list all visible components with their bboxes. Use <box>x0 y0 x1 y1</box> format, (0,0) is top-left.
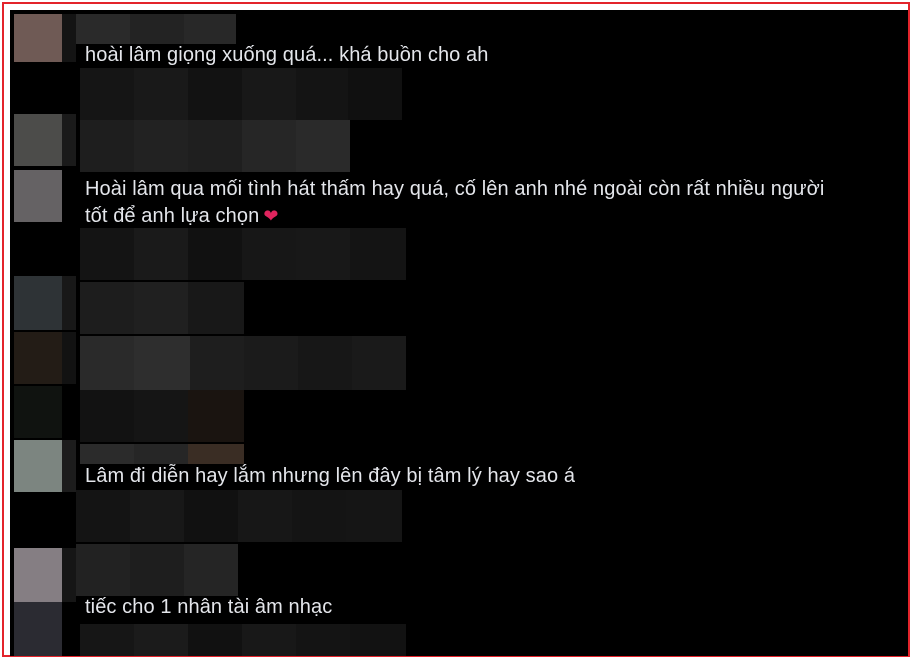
blurred-pixel <box>80 282 134 334</box>
blurred-pixel <box>348 68 402 120</box>
blurred-pixel <box>80 228 134 280</box>
comment-text: tiếc cho 1 nhân tài âm nhạc <box>85 596 333 618</box>
blurred-pixel <box>80 624 134 656</box>
blurred-pixel <box>242 120 296 172</box>
blurred-pixel <box>242 68 296 120</box>
blurred-pixel <box>134 120 188 172</box>
blurred-pixel <box>188 390 244 442</box>
blurred-pixel <box>352 336 406 390</box>
blurred-username[interactable] <box>76 14 236 44</box>
blurred-pixel <box>184 490 238 542</box>
blurred-pixel <box>62 276 76 330</box>
blurred-pixel <box>188 444 244 464</box>
blurred-pixel <box>76 14 130 44</box>
blurred-pixel <box>130 14 184 44</box>
blurred-pixel <box>62 332 76 384</box>
blurred-pixel <box>188 228 242 280</box>
blurred-pixel <box>346 490 402 542</box>
blurred-pixel <box>184 14 236 44</box>
blurred-pixel <box>62 114 76 166</box>
heart-emoji-icon: ❤ <box>263 206 279 227</box>
blurred-pixel <box>190 336 244 390</box>
blurred-pixel <box>188 624 242 656</box>
screenshot-frame: hoài lâm giọng xuống quá... khá buồn cho… <box>2 2 910 657</box>
blurred-pixel <box>80 120 134 172</box>
blurred-username[interactable] <box>80 120 350 172</box>
blurred-pixel <box>80 336 134 390</box>
blurred-pixel <box>80 444 134 464</box>
avatar[interactable] <box>14 170 62 222</box>
avatar[interactable] <box>14 14 62 62</box>
blurred-pixel <box>296 228 350 280</box>
blurred-pixel <box>134 624 188 656</box>
blurred-pixel <box>188 120 242 172</box>
blurred-actions <box>80 68 402 120</box>
blurred-pixel <box>296 624 350 656</box>
blurred-pixel <box>62 440 76 492</box>
blurred-comment <box>80 282 244 334</box>
blurred-pixel <box>80 390 134 442</box>
blurred-pixel <box>76 490 130 542</box>
blurred-pixel <box>130 544 184 596</box>
blurred-pixel <box>184 544 238 596</box>
blurred-pixel <box>242 228 296 280</box>
blurred-pixel <box>350 228 406 280</box>
blurred-actions <box>80 624 406 656</box>
blurred-pixel <box>188 68 242 120</box>
blurred-pixel <box>62 548 76 602</box>
comment-text: Lâm đi diễn hay lắm nhưng lên đây bị tâm… <box>85 465 576 487</box>
blurred-pixel <box>76 544 130 596</box>
comment-text: tốt để anh lựa chọn ❤ <box>85 203 279 230</box>
avatar[interactable] <box>14 276 62 330</box>
blurred-pixel <box>350 624 406 656</box>
blurred-pixel <box>134 390 188 442</box>
blurred-pixel <box>188 282 244 334</box>
blurred-actions <box>80 228 406 280</box>
blurred-pixel <box>292 490 346 542</box>
blurred-pixel <box>298 336 352 390</box>
blurred-username[interactable] <box>80 444 244 464</box>
blurred-pixel <box>62 14 76 62</box>
avatar[interactable] <box>14 548 62 602</box>
blurred-comment <box>80 336 406 390</box>
blurred-pixel <box>134 444 188 464</box>
comment-text-line2: tốt để anh lựa chọn <box>85 205 260 227</box>
blurred-pixel <box>130 490 184 542</box>
blurred-actions <box>76 490 402 542</box>
blurred-pixel <box>242 624 296 656</box>
blurred-pixel <box>238 490 292 542</box>
avatar[interactable] <box>14 114 62 166</box>
comment-text: Hoài lâm qua mối tình hát thấm hay quá, … <box>85 178 825 200</box>
avatar[interactable] <box>14 332 62 384</box>
blurred-comment <box>80 390 244 442</box>
avatar[interactable] <box>14 440 62 492</box>
blurred-pixel <box>244 336 298 390</box>
avatar[interactable] <box>14 602 62 656</box>
comment-text: hoài lâm giọng xuống quá... khá buồn cho… <box>85 44 489 66</box>
blurred-pixel <box>134 228 188 280</box>
blurred-pixel <box>80 68 134 120</box>
blurred-pixel <box>134 282 188 334</box>
avatar[interactable] <box>14 386 62 438</box>
blurred-pixel <box>134 336 190 390</box>
blurred-username[interactable] <box>76 544 238 596</box>
blurred-pixel <box>296 68 348 120</box>
blurred-pixel <box>134 68 188 120</box>
comment-feed: hoài lâm giọng xuống quá... khá buồn cho… <box>10 10 908 656</box>
blurred-pixel <box>296 120 350 172</box>
